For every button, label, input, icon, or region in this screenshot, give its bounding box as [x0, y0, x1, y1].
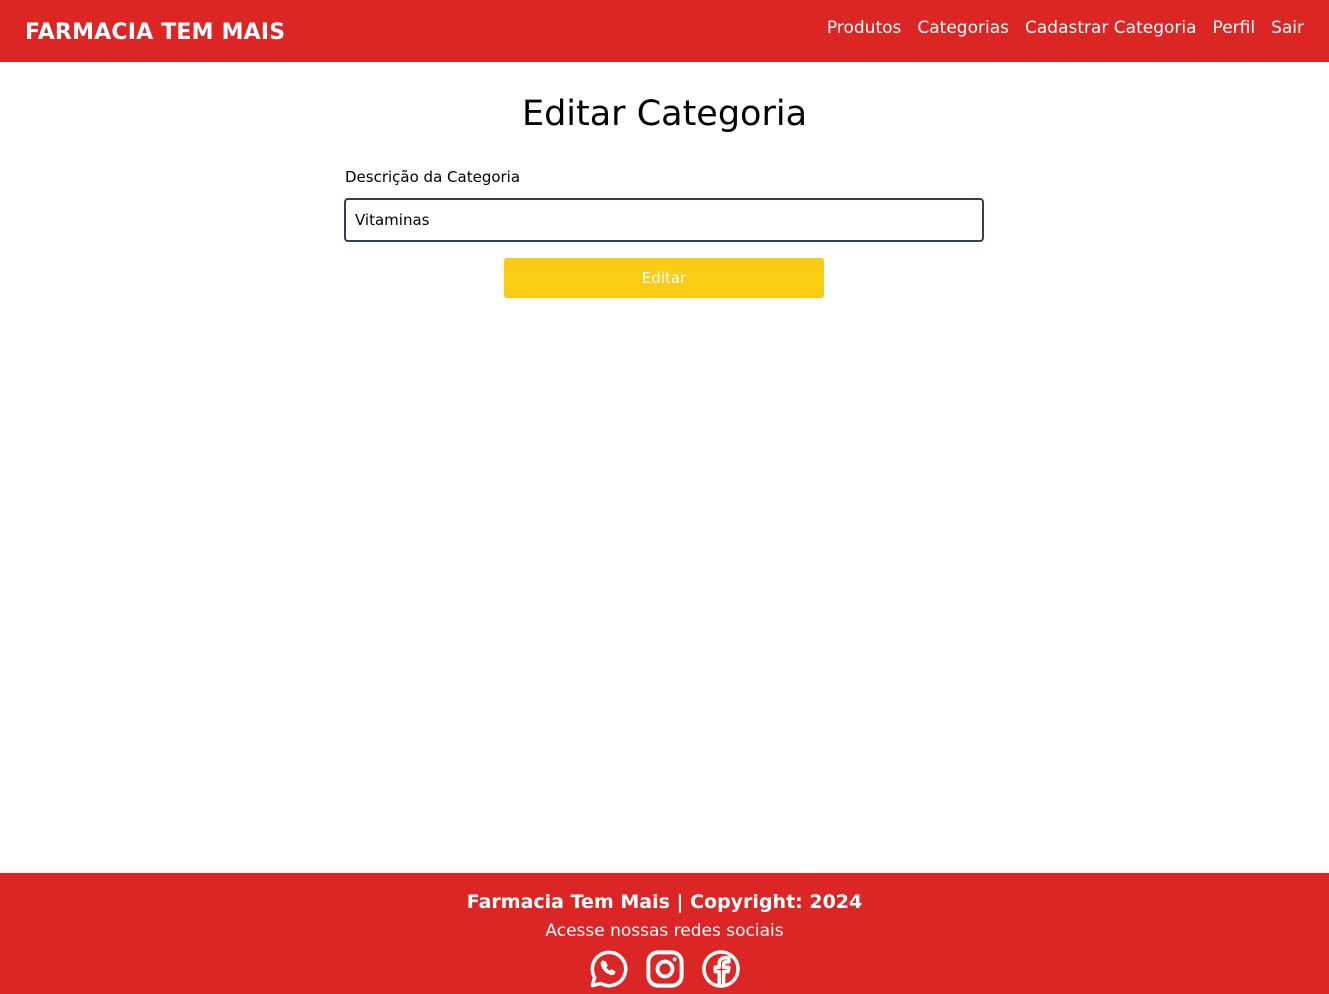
whatsapp-icon[interactable] — [588, 948, 630, 990]
nav-links: Produtos Categorias Cadastrar Categoria … — [827, 18, 1304, 38]
facebook-icon[interactable] — [700, 948, 742, 990]
category-description-label: Descrição da Categoria — [345, 168, 521, 186]
footer: Farmacia Tem Mais | Copyright: 2024 Aces… — [0, 873, 1329, 994]
social-links — [0, 948, 1329, 990]
nav-perfil[interactable]: Perfil — [1213, 18, 1256, 38]
category-description-input[interactable] — [344, 198, 984, 242]
nav-sair[interactable]: Sair — [1271, 18, 1304, 38]
brand-logo[interactable]: FARMACIA TEM MAIS — [25, 20, 285, 45]
top-navbar: FARMACIA TEM MAIS Produtos Categorias Ca… — [0, 0, 1329, 62]
page-title: Editar Categoria — [521, 94, 808, 134]
instagram-icon[interactable] — [644, 948, 686, 990]
footer-copyright: Farmacia Tem Mais | Copyright: 2024 — [466, 891, 863, 913]
main-content: Editar Categoria Descrição da Categoria … — [0, 62, 1329, 873]
nav-cadastrar-categoria[interactable]: Cadastrar Categoria — [1025, 18, 1197, 38]
footer-social-caption: Acesse nossas redes sociais — [545, 921, 784, 941]
nav-categorias[interactable]: Categorias — [917, 18, 1009, 38]
nav-produtos[interactable]: Produtos — [827, 18, 901, 38]
edit-button[interactable]: Editar — [504, 258, 824, 298]
